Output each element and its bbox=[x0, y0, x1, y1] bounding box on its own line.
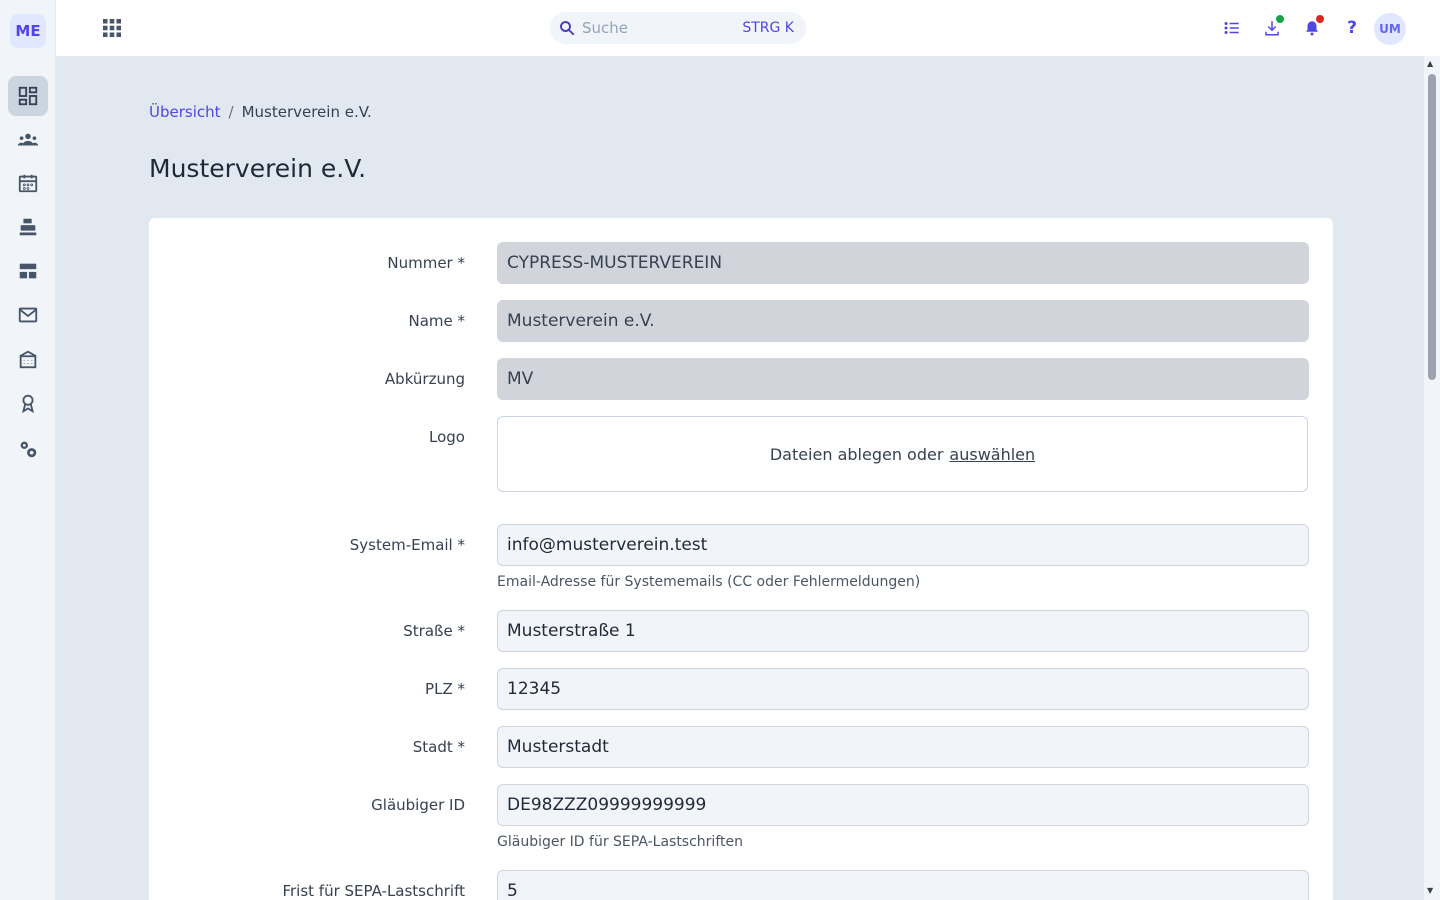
dashboard-icon[interactable] bbox=[8, 76, 48, 116]
abkuerzung-label: Abkürzung bbox=[384, 370, 465, 388]
search-placeholder: Suche bbox=[582, 19, 629, 37]
search-shortcut: STRG K bbox=[742, 20, 794, 36]
breadcrumb-current: Musterverein e.V. bbox=[241, 103, 372, 121]
search-icon bbox=[560, 21, 575, 36]
members-icon[interactable] bbox=[8, 120, 48, 160]
award-icon[interactable] bbox=[8, 383, 48, 423]
logo-dropzone[interactable]: Dateien ablegen oder auswählen bbox=[497, 416, 1308, 492]
system-email-field[interactable]: info@musterverein.test bbox=[497, 524, 1309, 566]
search-input[interactable]: Suche STRG K bbox=[550, 12, 806, 44]
glaeubiger-id-hint: Gläubiger ID für SEPA-Lastschriften bbox=[497, 834, 743, 850]
frist-sepa-field[interactable]: 5 bbox=[497, 870, 1309, 900]
frist-sepa-label: Frist für SEPA-Lastschrift bbox=[282, 882, 465, 900]
calendar-icon[interactable] bbox=[8, 163, 48, 203]
apps-grid-icon[interactable] bbox=[100, 16, 124, 40]
nummer-label: Nummer * bbox=[387, 254, 465, 272]
help-icon[interactable]: ? bbox=[1340, 16, 1364, 40]
system-email-label: System-Email * bbox=[349, 536, 465, 554]
settings-icon[interactable] bbox=[8, 429, 48, 469]
name-label: Name * bbox=[408, 312, 465, 330]
sidebar: ME bbox=[0, 0, 56, 900]
breadcrumb-home-link[interactable]: Übersicht bbox=[149, 103, 221, 121]
task-list-icon[interactable] bbox=[1220, 16, 1244, 40]
scroll-down-icon[interactable]: ▼ bbox=[1427, 886, 1433, 895]
download-status-dot bbox=[1276, 15, 1284, 23]
system-email-hint: Email-Adresse für Systememails (CC oder … bbox=[497, 574, 921, 590]
breadcrumb-separator: / bbox=[228, 103, 234, 121]
abkuerzung-field[interactable]: MV bbox=[497, 358, 1309, 400]
notification-bell-icon[interactable] bbox=[1300, 15, 1324, 40]
dropzone-text: Dateien ablegen oder bbox=[769, 444, 944, 464]
mail-icon[interactable] bbox=[8, 295, 48, 335]
stadt-label: Stadt * bbox=[412, 738, 465, 756]
scroll-thumb[interactable] bbox=[1428, 74, 1436, 380]
avatar[interactable]: UM bbox=[1374, 13, 1406, 45]
layout-icon[interactable] bbox=[8, 251, 48, 291]
breadcrumb: Übersicht / Musterverein e.V. bbox=[149, 103, 372, 121]
strasse-field[interactable]: Musterstraße 1 bbox=[497, 610, 1309, 652]
notification-dot bbox=[1316, 15, 1324, 23]
strasse-label: Straße * bbox=[403, 622, 465, 640]
glaeubiger-id-field[interactable]: DE98ZZZ09999999999 bbox=[497, 784, 1309, 826]
stadt-field[interactable]: Musterstadt bbox=[497, 726, 1309, 768]
top-bar: Suche STRG K ? UM bbox=[56, 0, 1440, 56]
plz-label: PLZ * bbox=[425, 680, 465, 698]
page-title: Musterverein e.V. bbox=[149, 154, 367, 183]
organization-form-card: Nummer * CYPRESS-MUSTERVEREIN Name * Mus… bbox=[149, 218, 1333, 900]
glaeubiger-id-label: Gläubiger ID bbox=[371, 796, 465, 814]
building-icon[interactable] bbox=[8, 339, 48, 379]
app-logo[interactable]: ME bbox=[10, 14, 46, 48]
name-field[interactable]: Musterverein e.V. bbox=[497, 300, 1309, 342]
cash-register-icon[interactable] bbox=[8, 207, 48, 247]
nummer-field[interactable]: CYPRESS-MUSTERVEREIN bbox=[497, 242, 1309, 284]
plz-field[interactable]: 12345 bbox=[497, 668, 1309, 710]
page-scrollbar[interactable]: ▲ ▼ bbox=[1424, 56, 1440, 900]
dropzone-select-link[interactable]: auswählen bbox=[949, 445, 1035, 464]
download-icon[interactable] bbox=[1260, 15, 1284, 40]
scroll-up-icon[interactable]: ▲ bbox=[1427, 59, 1433, 68]
logo-label: Logo bbox=[429, 428, 465, 446]
